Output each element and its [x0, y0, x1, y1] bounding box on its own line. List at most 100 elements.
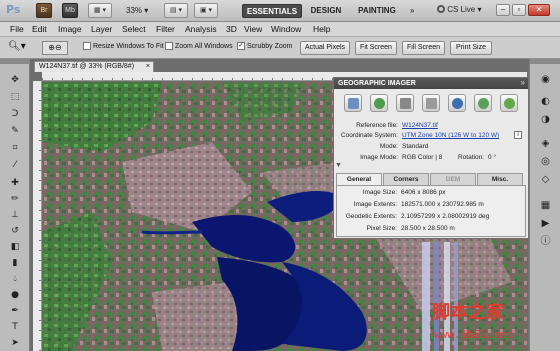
tab-general[interactable]: General	[336, 173, 382, 185]
clone-stamp-icon[interactable]: ⊥	[9, 209, 21, 221]
georeference-button[interactable]	[344, 94, 362, 112]
watermark-title: 脚本之家	[432, 301, 505, 323]
image-size-label: Image Size:	[362, 189, 397, 196]
fill-screen-button[interactable]: Fill Screen	[402, 41, 445, 55]
import-button[interactable]	[448, 94, 466, 112]
gradient-tool-icon[interactable]: ▮	[9, 257, 21, 269]
image-mode-value: RGB Color | 8	[402, 154, 443, 161]
menu-file[interactable]: File	[10, 24, 24, 34]
mode-value: Standard	[402, 143, 429, 150]
tiling-button[interactable]	[396, 94, 414, 112]
menu-bar: File Edit Image Layer Select Filter Anal…	[0, 22, 560, 37]
settings-button[interactable]	[500, 94, 518, 112]
arrange-documents-button[interactable]: ▤ ▾	[164, 3, 188, 18]
brush-tool-icon[interactable]: ✏	[9, 193, 21, 205]
layers-panel-icon[interactable]: ◈	[539, 137, 552, 150]
settings-globe-icon	[504, 98, 515, 109]
fit-screen-button[interactable]: Fit Screen	[355, 41, 397, 55]
info-panel-icon[interactable]: ⓘ	[539, 235, 552, 248]
menu-3d[interactable]: 3D	[226, 24, 237, 34]
document-close-icon[interactable]: ×	[146, 62, 150, 72]
actions-panel-icon[interactable]: ▶	[539, 217, 552, 230]
paths-panel-icon[interactable]: ◇	[539, 173, 552, 186]
menu-help[interactable]: Help	[313, 24, 330, 34]
print-size-button[interactable]: Print Size	[450, 41, 492, 55]
scrubby-zoom-box[interactable]: ✓	[237, 42, 245, 50]
marquee-tool-icon[interactable]: ⬚	[9, 91, 21, 103]
menu-layer[interactable]: Layer	[91, 24, 112, 34]
dock-header[interactable]	[530, 59, 560, 64]
tab-dem[interactable]: DEM	[430, 173, 476, 185]
zoom-all-windows-box[interactable]	[165, 42, 173, 50]
menu-filter[interactable]: Filter	[156, 24, 175, 34]
menu-edit[interactable]: Edit	[32, 24, 47, 34]
zoom-level[interactable]: 33% ▾	[126, 6, 148, 15]
channels-panel-icon[interactable]: ◎	[539, 155, 552, 168]
path-selection-icon[interactable]: ➤	[9, 337, 21, 349]
mini-bridge-button[interactable]: Mb	[62, 3, 78, 18]
geographic-imager-title[interactable]: GEOGRAPHIC IMAGER	[334, 78, 528, 89]
transform-button[interactable]	[370, 94, 388, 112]
vertical-ruler[interactable]	[33, 81, 42, 351]
document-tab[interactable]: W124N37.tif @ 33% (RGB/8#) ×	[34, 61, 154, 72]
reference-file-link[interactable]: W124N37.tif	[402, 122, 438, 129]
rotation-label: Rotation:	[458, 154, 485, 161]
history-panel-icon[interactable]: ▦	[539, 199, 552, 212]
resize-windows-checkbox[interactable]: Resize Windows To Fit	[83, 42, 164, 50]
crop-tool-icon[interactable]: ⌗	[9, 142, 21, 154]
menu-window[interactable]: Window	[271, 24, 301, 34]
expand-triangle-icon[interactable]: ▼	[335, 162, 342, 169]
geodetic-extents-label: Geodetic Extents:	[345, 213, 397, 220]
zoom-all-windows-checkbox[interactable]: Zoom All Windows	[165, 42, 233, 50]
export-button[interactable]	[474, 94, 492, 112]
history-brush-icon[interactable]: ↺	[9, 225, 21, 237]
eraser-tool-icon[interactable]: ◧	[9, 241, 21, 253]
eyedropper-tool-icon[interactable]: ⁄	[9, 159, 21, 171]
watermark-logo: 脚本之家 www.jb51.net	[432, 301, 513, 341]
tab-corners[interactable]: Corners	[383, 173, 429, 185]
menu-analysis[interactable]: Analysis	[185, 24, 217, 34]
image-mode-label: Image Mode:	[360, 154, 398, 161]
lasso-tool-icon[interactable]: ᑐ	[9, 108, 21, 120]
blur-tool-icon[interactable]: 💧︎	[9, 273, 21, 285]
pen-tool-icon[interactable]: ✒	[9, 305, 21, 317]
quick-selection-icon[interactable]: ✎	[9, 125, 21, 137]
minimize-button[interactable]: –	[496, 4, 510, 16]
actual-pixels-button[interactable]: Actual Pixels	[300, 41, 350, 55]
healing-brush-icon[interactable]: ✚	[9, 177, 21, 189]
adjustments-panel-icon[interactable]: ◐	[539, 95, 552, 108]
collapse-panel-icon[interactable]: »	[521, 78, 525, 87]
cs-live-button[interactable]: CS Live ▾	[437, 5, 482, 14]
geographic-imager-toolbar	[334, 90, 528, 116]
resize-windows-box[interactable]	[83, 42, 91, 50]
info-icon[interactable]: i	[514, 131, 522, 139]
menu-select[interactable]: Select	[122, 24, 146, 34]
pixel-size-label: Pixel Size:	[366, 225, 397, 232]
workspace-painting[interactable]: PAINTING	[352, 4, 402, 18]
tab-misc[interactable]: Misc.	[477, 173, 523, 185]
maximize-button[interactable]: ▫	[512, 4, 526, 16]
zoom-in-out-toggle[interactable]: ⊕⊖	[42, 41, 68, 55]
dodge-tool-icon[interactable]: ●	[9, 289, 21, 301]
close-button[interactable]: ✕	[528, 4, 550, 16]
menu-image[interactable]: Image	[58, 24, 82, 34]
reference-file-label: Reference file:	[356, 122, 398, 129]
screen-mode-icon: ▣ ▾	[199, 7, 213, 14]
color-panel-icon[interactable]: ◉	[539, 73, 552, 86]
masks-panel-icon[interactable]: ◑	[539, 113, 552, 126]
mode-label: Mode:	[379, 143, 398, 150]
screen-mode-button[interactable]: ▣ ▾	[194, 3, 218, 18]
workspace-more-icon[interactable]: »	[410, 6, 414, 15]
zoom-tool-icon[interactable]: 🔍︎▾	[8, 41, 26, 52]
coordinate-system-link[interactable]: UTM Zone 10N (126 W to 120 W)	[402, 132, 499, 139]
bridge-button[interactable]: Br	[36, 3, 52, 18]
move-tool-icon[interactable]: ✥	[9, 74, 21, 86]
type-tool-icon[interactable]: T	[9, 321, 21, 333]
menu-view[interactable]: View	[244, 24, 262, 34]
mosaic-button[interactable]	[422, 94, 440, 112]
workspace-essentials[interactable]: ESSENTIALS	[242, 4, 302, 18]
scrubby-zoom-checkbox[interactable]: ✓ Scrubby Zoom	[237, 42, 293, 50]
tools-panel-header[interactable]	[0, 59, 30, 64]
view-extras-button[interactable]: ▦ ▾	[88, 3, 112, 18]
workspace-design[interactable]: DESIGN	[306, 4, 346, 18]
